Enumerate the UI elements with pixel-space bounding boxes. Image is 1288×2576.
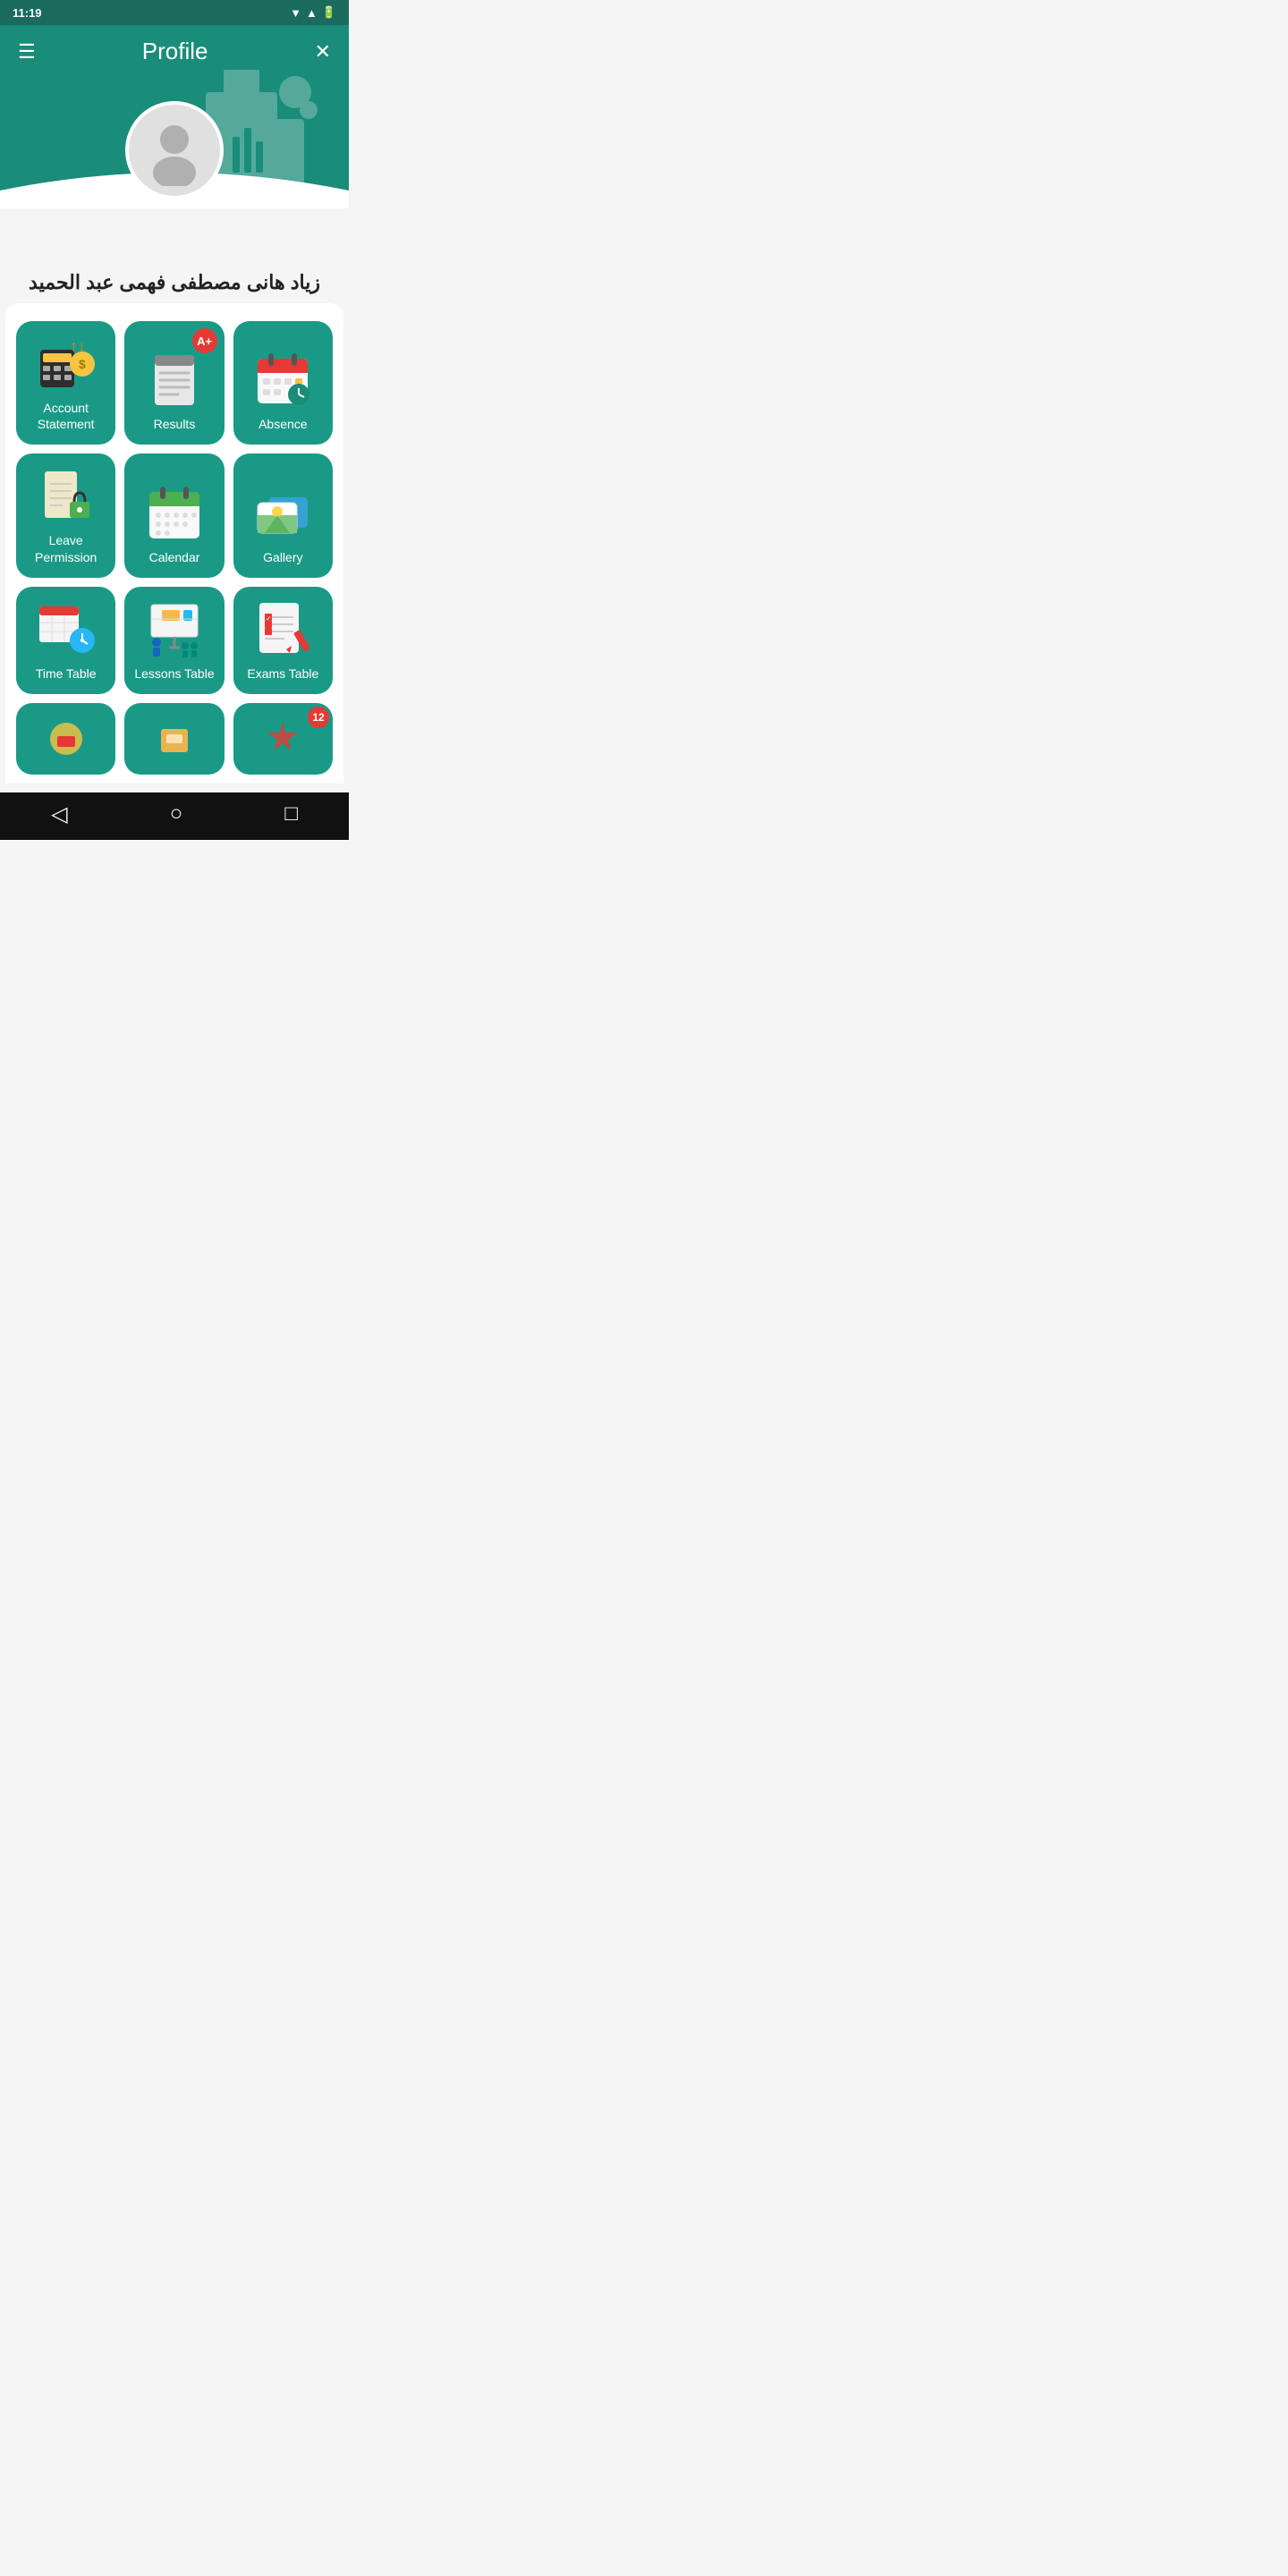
leave-permission-button[interactable]: Leave Permission: [16, 453, 115, 577]
page-title: Profile: [142, 38, 208, 65]
hero-section: [0, 65, 349, 208]
menu-grid: $ ↑↓ Account Statement A+ Results: [16, 321, 333, 694]
recent-button[interactable]: □: [284, 801, 298, 826]
account-statement-label: Account Statement: [21, 400, 110, 432]
grid-container: $ ↑↓ Account Statement A+ Results: [5, 303, 343, 784]
signal-icon: ▲: [306, 6, 318, 20]
gallery-button[interactable]: Gallery: [233, 453, 333, 577]
gallery-icon: [252, 481, 313, 542]
exams-table-label: Exams Table: [247, 665, 318, 682]
leave-icon: [36, 464, 97, 525]
status-bar: 11:19 ▼ ▲ 🔋: [0, 0, 349, 25]
exams-table-button[interactable]: ✓ Exams Table: [233, 587, 333, 694]
results-label: Results: [154, 416, 196, 432]
partial-item-2[interactable]: [124, 703, 224, 775]
user-name: زياد هانى مصطفى فهمى عبد الحميد: [0, 271, 349, 294]
partial-item-3[interactable]: 12: [233, 703, 333, 775]
svg-text:↑↓: ↑↓: [70, 337, 86, 355]
time-table-label: Time Table: [36, 665, 97, 682]
account-statement-button[interactable]: $ ↑↓ Account Statement: [16, 321, 115, 445]
lessons-table-label: Lessons Table: [134, 665, 214, 682]
lessons-icon: [144, 597, 205, 658]
gallery-label: Gallery: [263, 549, 302, 565]
timetable-icon: [36, 597, 97, 658]
partial-item-1[interactable]: [16, 703, 115, 775]
calendar-label: Calendar: [149, 549, 200, 565]
partial-grid-row: 12: [16, 703, 333, 775]
app-header: ☰ Profile ✕: [0, 25, 349, 65]
exams-icon: ✓: [252, 597, 313, 658]
partial-icon-3: [260, 716, 305, 761]
status-time: 11:19: [13, 6, 42, 20]
back-button[interactable]: ◁: [51, 801, 67, 827]
results-badge: A+: [192, 328, 217, 353]
results-icon: [144, 348, 205, 409]
svg-text:$: $: [79, 357, 86, 371]
avatar: [125, 101, 224, 199]
menu-button[interactable]: ☰: [18, 40, 36, 64]
wifi-icon: ▼: [290, 6, 301, 20]
absence-icon: [252, 348, 313, 409]
avatar-wrapper: [125, 101, 224, 208]
time-table-button[interactable]: Time Table: [16, 587, 115, 694]
calendar-button[interactable]: Calendar: [124, 453, 224, 577]
avatar-image: [139, 114, 210, 186]
home-button[interactable]: ○: [170, 801, 183, 826]
account-icon: $ ↑↓: [36, 332, 97, 393]
battery-icon: 🔋: [322, 5, 336, 20]
partial-icon-2: [152, 716, 197, 761]
calendar-icon: [144, 481, 205, 542]
lessons-table-button[interactable]: Lessons Table: [124, 587, 224, 694]
leave-permission-label: Leave Permission: [21, 532, 110, 564]
results-button[interactable]: A+ Results: [124, 321, 224, 445]
close-button[interactable]: ✕: [315, 40, 331, 64]
partial-icon-1: [44, 716, 89, 761]
status-icons: ▼ ▲ 🔋: [290, 5, 336, 20]
bottom-navigation: ◁ ○ □: [0, 792, 349, 840]
absence-button[interactable]: Absence: [233, 321, 333, 445]
absence-label: Absence: [258, 416, 307, 432]
partial-badge-3: 12: [308, 707, 329, 728]
